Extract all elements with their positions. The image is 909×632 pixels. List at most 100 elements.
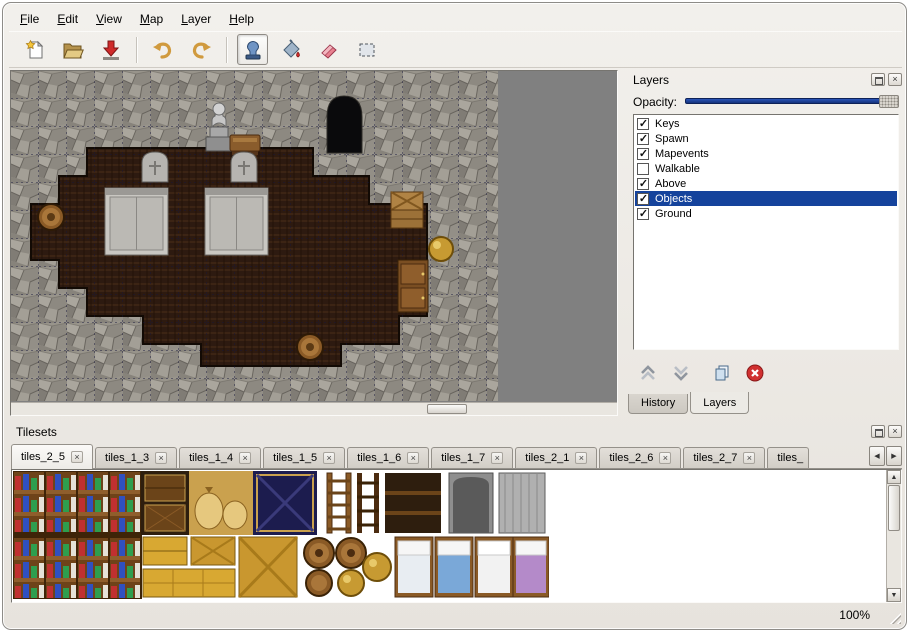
layer-visibility-checkbox[interactable] (637, 118, 649, 130)
tab-layers[interactable]: Layers (690, 392, 749, 414)
tab-close-icon[interactable]: × (155, 452, 167, 464)
menu-help-label: Help (229, 12, 254, 26)
menu-file[interactable]: File (11, 8, 48, 30)
layer-list[interactable]: Keys Spawn Mapevents Walkable Above Obje… (633, 114, 899, 350)
layer-row[interactable]: Mapevents (635, 146, 897, 161)
tab-close-icon[interactable]: × (659, 452, 671, 464)
layers-panel-title: Layers (633, 73, 669, 87)
tileset-tab[interactable]: tiles_2_7 × (683, 447, 765, 468)
tab-close-icon[interactable]: × (71, 451, 83, 463)
redo-icon (190, 39, 212, 61)
eraser-tool-button[interactable] (313, 34, 344, 65)
tileset-tab[interactable]: tiles_2_6 × (599, 447, 681, 468)
tab-close-icon[interactable]: × (407, 452, 419, 464)
tileset-tab[interactable]: tiles_1_3 × (95, 447, 177, 468)
save-import-button[interactable] (95, 34, 126, 65)
map-horizontal-scrollbar[interactable] (11, 402, 617, 415)
tileset-tab-label: tiles_ (777, 452, 803, 464)
tab-close-icon[interactable]: × (575, 452, 587, 464)
close-panel-icon[interactable]: × (888, 73, 902, 86)
tileset-tab-label: tiles_1_5 (273, 452, 317, 464)
tab-close-icon[interactable]: × (491, 452, 503, 464)
layer-row[interactable]: Walkable (635, 161, 897, 176)
menubar: File Edit View Map Layer Help (11, 8, 263, 30)
layer-visibility-checkbox[interactable] (637, 163, 649, 175)
layer-visibility-checkbox[interactable] (637, 208, 649, 220)
tileset-tab[interactable]: tiles_ (767, 447, 809, 468)
close-panel-icon[interactable]: × (888, 425, 902, 438)
delete-layer-icon (745, 363, 765, 383)
raise-layer-button[interactable] (635, 360, 661, 386)
tileset-tab[interactable]: tiles_2_1 × (515, 447, 597, 468)
menu-edit[interactable]: Edit (48, 8, 87, 30)
slider-handle[interactable] (879, 95, 899, 108)
scrollbar-thumb[interactable] (888, 485, 900, 531)
layer-visibility-checkbox[interactable] (637, 178, 649, 190)
eraser-tool-icon (318, 39, 340, 61)
open-folder-icon (62, 39, 84, 61)
tileset-tab[interactable]: tiles_1_7 × (431, 447, 513, 468)
float-panel-icon[interactable] (871, 73, 885, 86)
layer-name: Above (655, 178, 686, 190)
duplicate-layer-button[interactable] (709, 360, 735, 386)
layer-row[interactable]: Objects (635, 191, 897, 206)
tab-history[interactable]: History (628, 394, 688, 414)
tileset-image[interactable] (13, 471, 549, 599)
float-panel-icon[interactable] (871, 425, 885, 438)
tileset-tab[interactable]: tiles_1_4 × (179, 447, 261, 468)
menu-map-label: Map (140, 12, 163, 26)
delete-layer-button[interactable] (742, 360, 768, 386)
toolbar (9, 31, 902, 68)
scroll-up-icon[interactable]: ▲ (887, 470, 901, 484)
app-window: File Edit View Map Layer Help (2, 2, 907, 630)
save-import-icon (100, 39, 122, 61)
scrollbar-thumb[interactable] (427, 404, 467, 414)
scroll-down-icon[interactable]: ▼ (887, 588, 901, 602)
menu-edit-label: Edit (57, 12, 78, 26)
toolbar-separator (136, 37, 138, 63)
layers-panel: Layers × Opacity: Keys Spawn (625, 70, 905, 416)
redo-button[interactable] (185, 34, 216, 65)
tileset-vertical-scrollbar[interactable]: ▲ ▼ (886, 470, 901, 602)
menu-map[interactable]: Map (131, 8, 172, 30)
new-file-button[interactable] (19, 34, 50, 65)
lower-layer-button[interactable] (668, 360, 694, 386)
layer-row[interactable]: Keys (635, 116, 897, 131)
tileset-content[interactable]: ▲ ▼ (11, 469, 902, 603)
tileset-tab[interactable]: tiles_1_5 × (263, 447, 345, 468)
tileset-tab[interactable]: tiles_1_6 × (347, 447, 429, 468)
layer-name: Mapevents (655, 148, 709, 160)
map-canvas[interactable] (11, 71, 498, 401)
scroll-tabs-left-icon[interactable]: ◀ (869, 446, 885, 466)
undo-button[interactable] (147, 34, 178, 65)
menu-view-label: View (96, 12, 122, 26)
stamp-tool-button[interactable] (237, 34, 268, 65)
map-viewport[interactable] (10, 70, 618, 416)
layer-visibility-checkbox[interactable] (637, 148, 649, 160)
tileset-tab[interactable]: tiles_2_5 × (11, 444, 93, 469)
layers-panel-titlebar: Layers × (625, 70, 905, 90)
rect-select-tool-button[interactable] (351, 34, 382, 65)
tab-close-icon[interactable]: × (323, 452, 335, 464)
resize-grip[interactable] (887, 610, 901, 624)
menu-file-label: File (20, 12, 39, 26)
menu-help[interactable]: Help (220, 8, 263, 30)
tab-history-label: History (641, 397, 675, 409)
raise-layer-icon (638, 363, 658, 383)
layer-row[interactable]: Ground (635, 206, 897, 221)
tab-close-icon[interactable]: × (239, 452, 251, 464)
tab-layers-label: Layers (703, 397, 736, 409)
opacity-slider[interactable] (685, 95, 899, 108)
tileset-tab-label: tiles_1_4 (189, 452, 233, 464)
new-file-icon (24, 39, 46, 61)
fill-tool-button[interactable] (275, 34, 306, 65)
tab-close-icon[interactable]: × (743, 452, 755, 464)
menu-view[interactable]: View (87, 8, 131, 30)
layer-row[interactable]: Above (635, 176, 897, 191)
layer-row[interactable]: Spawn (635, 131, 897, 146)
open-folder-button[interactable] (57, 34, 88, 65)
layer-visibility-checkbox[interactable] (637, 133, 649, 145)
layer-visibility-checkbox[interactable] (637, 193, 649, 205)
menu-layer[interactable]: Layer (172, 8, 220, 30)
scroll-tabs-right-icon[interactable]: ▶ (886, 446, 902, 466)
